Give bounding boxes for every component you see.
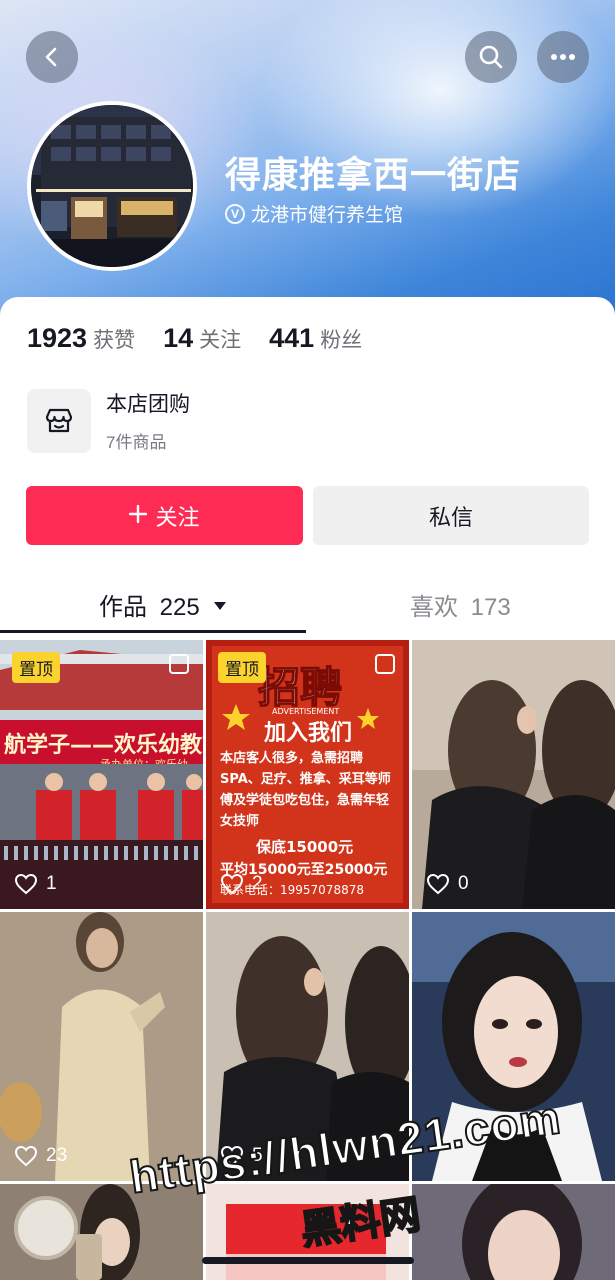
verified-badge[interactable]: V 龙港市健行养生馆 bbox=[225, 200, 403, 227]
group-buy-entry[interactable]: 本店团购 7件商品 bbox=[27, 388, 190, 453]
tile-likes-count: 1 bbox=[46, 873, 57, 894]
heart-icon bbox=[14, 1145, 38, 1167]
avatar[interactable] bbox=[27, 101, 197, 271]
video-tile[interactable]: 招聘 ADVERTISEMENT 加入我们 本店客人很多，急需招聘SPA、足疗、… bbox=[206, 640, 409, 909]
poster-body: 本店客人很多，急需招聘SPA、足疗、推拿、采耳等师傅及学徒包吃包住，急需年轻女技… bbox=[220, 751, 391, 829]
poster-sub: 加入我们 bbox=[263, 721, 352, 746]
home-indicator[interactable] bbox=[202, 1257, 414, 1264]
tab-likes-count: 173 bbox=[470, 594, 511, 621]
followers-count-label: 粉丝 bbox=[320, 329, 363, 352]
group-buy-subtitle: 7件商品 bbox=[106, 433, 167, 452]
active-tab-indicator bbox=[0, 630, 306, 633]
group-buy-title: 本店团购 bbox=[106, 393, 190, 416]
video-tile[interactable]: 航学子——欢乐幼教志愿 承办单位：欢乐幼 置顶 1 bbox=[0, 640, 203, 909]
verified-icon: V bbox=[225, 203, 245, 224]
video-thumbnail bbox=[412, 640, 615, 909]
tile-likes-count: 0 bbox=[458, 873, 469, 894]
video-thumbnail bbox=[412, 1184, 615, 1280]
message-button[interactable]: 私信 bbox=[313, 486, 589, 545]
video-tile[interactable]: 23 bbox=[0, 912, 203, 1181]
tile-likes-count: 23 bbox=[46, 1145, 68, 1166]
tile-likes-count: 2 bbox=[252, 873, 263, 894]
tab-works-label: 作品 bbox=[99, 594, 147, 621]
likes-count-label: 获赞 bbox=[93, 329, 136, 352]
following-count[interactable]: 14 bbox=[163, 323, 193, 354]
tab-works-count: 225 bbox=[159, 594, 200, 621]
page-title: 得康推拿西一街店 bbox=[225, 154, 522, 195]
caret-down-icon bbox=[214, 601, 227, 610]
storefront-photo bbox=[31, 105, 193, 267]
tile-likes: 2 bbox=[220, 873, 263, 895]
tile-likes: 1 bbox=[14, 873, 57, 895]
pinned-badge: 置顶 bbox=[218, 652, 266, 683]
banner-text: 航学子——欢乐幼教志愿 bbox=[4, 732, 203, 758]
tab-likes[interactable]: 喜欢 173 bbox=[410, 587, 511, 622]
chevron-left-icon bbox=[41, 46, 63, 68]
pinned-badge: 置顶 bbox=[12, 652, 60, 683]
poster-tag: ADVERTISEMENT bbox=[272, 707, 339, 716]
video-tile[interactable]: 0 bbox=[412, 640, 615, 909]
plus-icon bbox=[129, 503, 148, 529]
stats-row: 1923 获赞 14 关注 441 粉丝 bbox=[27, 323, 390, 354]
follow-button[interactable]: 关注 bbox=[26, 486, 303, 545]
back-button[interactable] bbox=[26, 31, 78, 83]
heart-icon bbox=[14, 873, 38, 895]
search-button[interactable] bbox=[465, 31, 517, 83]
checkbox-icon bbox=[375, 654, 395, 674]
poster-title: 招聘 bbox=[258, 663, 342, 712]
tile-likes: 0 bbox=[426, 873, 469, 895]
heart-icon bbox=[426, 873, 450, 895]
search-icon bbox=[478, 44, 504, 70]
tile-likes: 23 bbox=[14, 1145, 67, 1167]
heart-icon bbox=[220, 873, 244, 895]
verified-label: 龙港市健行养生馆 bbox=[251, 205, 404, 226]
store-icon bbox=[27, 388, 91, 453]
video-tile[interactable] bbox=[412, 1184, 615, 1280]
content-tabs: 作品 225 喜欢 173 bbox=[0, 567, 615, 637]
message-button-label: 私信 bbox=[428, 504, 473, 530]
checkbox-icon bbox=[169, 654, 189, 674]
profile-header: 得康推拿西一街店 V 龙港市健行养生馆 bbox=[0, 0, 615, 320]
video-thumbnail bbox=[0, 912, 203, 1181]
more-button[interactable] bbox=[537, 31, 589, 83]
tab-works[interactable]: 作品 225 bbox=[99, 587, 227, 622]
tab-likes-label: 喜欢 bbox=[410, 594, 458, 621]
more-dots-icon bbox=[550, 53, 576, 61]
likes-count[interactable]: 1923 bbox=[27, 323, 87, 354]
poster-salary: 保底15000元 bbox=[255, 838, 353, 856]
follow-button-label: 关注 bbox=[155, 504, 200, 530]
followers-count[interactable]: 441 bbox=[269, 323, 314, 354]
following-count-label: 关注 bbox=[199, 329, 242, 352]
